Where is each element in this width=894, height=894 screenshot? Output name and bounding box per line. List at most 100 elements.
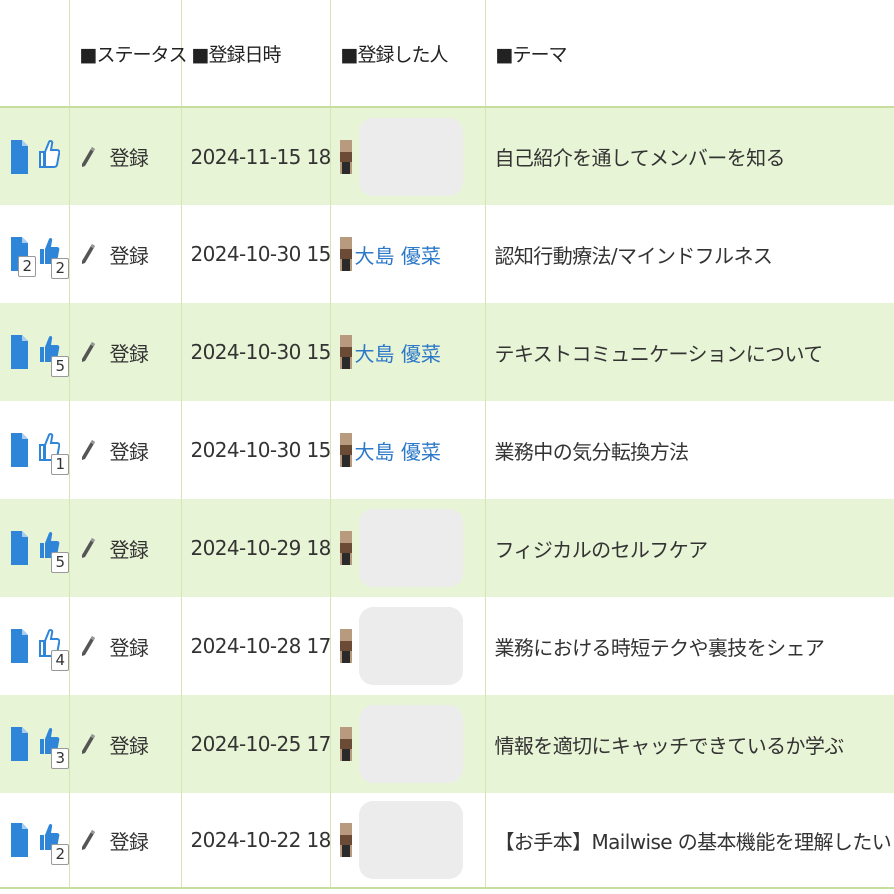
row-user <box>329 597 485 695</box>
avatar-photo <box>339 139 352 174</box>
row-theme[interactable]: 自己紹介を通してメンバーを知る <box>484 107 894 205</box>
row-date: 2024-10-22 18:04 <box>180 793 330 888</box>
row-user: 大島 優菜 <box>329 205 485 303</box>
row-status: 登録 <box>68 695 181 793</box>
table-row[interactable]: 5 登録 2024-10-29 18:22 フィジカルのセルフケア <box>0 499 894 597</box>
row-user <box>329 793 485 888</box>
row-user: 大島 優菜 <box>329 401 485 499</box>
document-count-badge: 2 <box>18 256 36 277</box>
avatar-photo <box>339 237 352 271</box>
user-link[interactable]: 大島 優菜 <box>355 244 441 268</box>
table-row[interactable]: 2 2 登録 2024-10-30 15:16 大島 優菜 認知行動療法/マイン… <box>0 205 894 303</box>
pencil-icon[interactable] <box>80 635 96 657</box>
like-count-badge: 2 <box>51 258 69 279</box>
document-icon[interactable] <box>11 531 28 565</box>
user-link[interactable]: 大島 優菜 <box>355 342 441 366</box>
like-count-badge: 2 <box>51 844 69 865</box>
redacted-user <box>358 705 463 783</box>
pencil-icon[interactable] <box>80 537 96 559</box>
table-row[interactable]: 1 登録 2024-10-30 15:13 大島 優菜 業務中の気分転換方法 <box>0 401 894 499</box>
row-status: 登録 <box>68 401 181 499</box>
row-theme[interactable]: フィジカルのセルフケア <box>484 499 894 597</box>
row-icons: 3 <box>0 695 69 793</box>
row-theme[interactable]: 業務における時短テクや裏技をシェア <box>484 597 894 695</box>
header-icons <box>0 0 69 108</box>
status-text: 登録 <box>109 341 149 366</box>
row-status: 登録 <box>68 205 181 303</box>
row-theme[interactable]: 業務中の気分転換方法 <box>484 401 894 499</box>
like-count-badge: 3 <box>51 748 69 769</box>
row-date: 2024-10-28 17:55 <box>180 597 330 695</box>
pencil-icon[interactable] <box>80 829 96 851</box>
pencil-icon[interactable] <box>80 243 96 265</box>
avatar-photo <box>339 629 352 663</box>
avatar-photo <box>339 823 352 857</box>
header-user[interactable]: ■登録した人 <box>329 0 485 108</box>
row-status: 登録 <box>68 597 181 695</box>
record-list-table: ■ステータス ■登録日時 ■登録した人 ■テーマ 登録 2024-11-15 1… <box>0 0 894 889</box>
document-icon[interactable] <box>11 433 28 467</box>
row-date: 2024-10-29 18:22 <box>180 499 330 597</box>
status-text: 登録 <box>109 635 149 660</box>
header-status[interactable]: ■ステータス <box>68 0 187 108</box>
status-text: 登録 <box>109 146 149 170</box>
row-date: 2024-10-30 15:14 <box>180 303 330 401</box>
status-text: 登録 <box>109 439 149 464</box>
row-date: 2024-10-25 17:51 <box>180 695 330 793</box>
row-user <box>329 499 485 597</box>
status-text: 登録 <box>109 243 149 268</box>
header-theme[interactable]: ■テーマ <box>484 0 894 108</box>
row-icons: 5 <box>0 303 69 401</box>
thumbs-up-icon[interactable] <box>39 139 60 169</box>
row-icons: 5 <box>0 499 69 597</box>
redacted-user <box>358 801 463 879</box>
table-row[interactable]: 5 登録 2024-10-30 15:14 大島 優菜 テキストコミュニケーショ… <box>0 303 894 401</box>
avatar-photo <box>339 727 352 761</box>
like-count-badge: 5 <box>51 552 69 573</box>
avatar-photo <box>339 335 352 369</box>
row-theme[interactable]: テキストコミュニケーションについて <box>484 303 894 401</box>
redacted-user <box>358 117 463 196</box>
table-row[interactable]: 2 登録 2024-10-22 18:04 【お手本】Mailwise の基本機… <box>0 793 894 888</box>
row-date: 2024-10-30 15:13 <box>180 401 330 499</box>
header-date[interactable]: ■登録日時 <box>180 0 330 108</box>
pencil-icon[interactable] <box>80 439 96 461</box>
row-icons <box>0 107 69 205</box>
row-date: 2024-11-15 18:52 <box>180 107 330 205</box>
status-text: 登録 <box>109 829 149 854</box>
like-count-badge: 1 <box>51 454 69 475</box>
row-theme[interactable]: 【お手本】Mailwise の基本機能を理解したい <box>484 793 894 888</box>
row-user <box>329 107 485 205</box>
document-icon[interactable] <box>11 139 28 174</box>
row-date: 2024-10-30 15:16 <box>180 205 330 303</box>
user-link[interactable]: 大島 優菜 <box>355 440 441 464</box>
header-row: ■ステータス ■登録日時 ■登録した人 ■テーマ <box>0 0 894 108</box>
redacted-user <box>358 607 463 685</box>
document-icon[interactable] <box>11 823 28 857</box>
document-icon[interactable] <box>11 629 28 663</box>
row-user: 大島 優菜 <box>329 303 485 401</box>
table-row[interactable]: 4 登録 2024-10-28 17:55 業務における時短テクや裏技をシェア <box>0 597 894 695</box>
status-text: 登録 <box>109 537 149 562</box>
like-count-badge: 4 <box>51 650 69 671</box>
table-row[interactable]: 3 登録 2024-10-25 17:51 情報を適切にキャッチできているか学ぶ <box>0 695 894 793</box>
row-theme[interactable]: 認知行動療法/マインドフルネス <box>484 205 894 303</box>
row-icons: 2 <box>0 793 69 888</box>
like-count-badge: 5 <box>51 356 69 377</box>
table-row[interactable]: 登録 2024-11-15 18:52 自己紹介を通してメンバーを知る <box>0 107 894 205</box>
row-status: 登録 <box>68 303 181 401</box>
row-status: 登録 <box>68 793 181 888</box>
row-icons: 4 <box>0 597 69 695</box>
pencil-icon[interactable] <box>80 341 96 363</box>
redacted-user <box>358 509 463 587</box>
status-text: 登録 <box>109 733 149 758</box>
avatar-photo <box>339 433 352 467</box>
avatar-photo <box>339 531 352 565</box>
row-icons: 1 <box>0 401 69 499</box>
document-icon[interactable] <box>11 727 28 761</box>
pencil-icon[interactable] <box>80 146 96 168</box>
document-icon[interactable] <box>11 335 28 369</box>
row-status: 登録 <box>68 107 181 205</box>
pencil-icon[interactable] <box>80 733 96 755</box>
row-theme[interactable]: 情報を適切にキャッチできているか学ぶ <box>484 695 894 793</box>
